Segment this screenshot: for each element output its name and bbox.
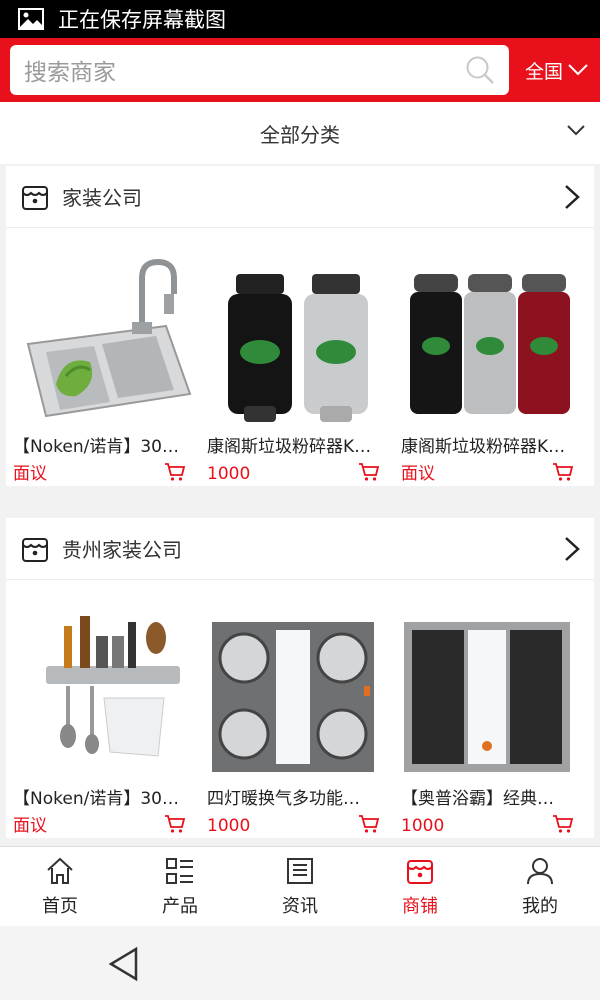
search-box[interactable]: 搜索商家 [10,45,509,95]
tab-stores[interactable]: 商铺 [360,847,480,926]
search-icon[interactable] [465,55,495,85]
cart-icon[interactable] [164,814,186,834]
cart-icon[interactable] [358,814,380,834]
chevron-down-icon [568,64,588,76]
product-image-bath-heater-four-lamp[interactable] [200,586,394,784]
product-row: 【Noken/诺肯】30… 面议 [6,580,594,838]
tab-label: 我的 [522,895,558,917]
shop-name: 贵州家装公司 [62,538,182,562]
chevron-down-icon [567,125,585,136]
shop-name: 家装公司 [62,186,142,210]
home-icon [47,857,73,884]
product-card[interactable]: 【奥普浴霸】经典… 1000 [394,586,588,838]
tab-label: 商铺 [402,895,438,917]
product-card[interactable]: 四灯暖换气多功能… 1000 [200,586,394,838]
product-card[interactable]: 【Noken/诺肯】30… 面议 [6,586,200,838]
news-icon [287,857,313,884]
product-card[interactable]: 康阁斯垃圾粉碎器K… 面议 [394,234,588,486]
store-icon [22,537,48,562]
product-title: 【Noken/诺肯】30… [13,789,179,809]
image-icon [18,8,44,30]
shop-header[interactable]: 贵州家装公司 [6,518,594,580]
region-selector[interactable]: 全国 [525,57,589,84]
store-icon [22,185,48,210]
system-nav-bar [0,926,600,1000]
product-title: 四灯暖换气多功能… [207,789,360,809]
status-bar: 正在保存屏幕截图 [0,0,600,38]
product-image-bath-heater-fan[interactable] [394,586,588,784]
tab-label: 产品 [162,895,198,917]
shop-header[interactable]: 家装公司 [6,166,594,228]
product-image-garbage-disposer-trio[interactable] [394,234,588,432]
app-header: 搜索商家 全国 [0,38,600,102]
tab-home[interactable]: 首页 [0,847,120,926]
product-image-kitchen-sink[interactable] [6,234,200,432]
category-label: 全部分类 [260,122,340,147]
user-icon [527,857,553,884]
store-icon [407,859,433,884]
category-filter[interactable]: 全部分类 [0,102,600,164]
list-icon [166,857,193,884]
product-card[interactable]: 【Noken/诺肯】30… 面议 [6,234,200,486]
shop-card: 贵州家装公司 【Noken/诺肯】30… 面议 四灯暖换气多功能… 1000 【… [6,518,594,838]
search-input[interactable]: 搜索商家 [24,53,116,87]
bottom-tab-bar: 首页 产品 资讯 商铺 我的 [0,846,600,926]
shop-card: 家装公司 【Noken/诺肯】30… 面议 康阁斯垃圾粉碎器K… 1000 康阁… [6,166,594,486]
chevron-right-icon[interactable] [564,536,580,562]
product-row: 【Noken/诺肯】30… 面议 [6,228,594,486]
region-label: 全国 [525,60,564,83]
tab-products[interactable]: 产品 [120,847,240,926]
tab-label: 资讯 [282,895,318,917]
chevron-right-icon[interactable] [564,184,580,210]
product-image-kitchen-rack[interactable] [6,586,200,784]
status-text: 正在保存屏幕截图 [58,8,226,32]
product-title: 康阁斯垃圾粉碎器K… [207,437,372,457]
cart-icon[interactable] [164,462,186,482]
product-title: 【奥普浴霸】经典… [401,789,554,809]
product-image-garbage-disposer-pair[interactable] [200,234,394,432]
back-icon[interactable] [108,946,140,982]
cart-icon[interactable] [358,462,380,482]
cart-icon[interactable] [552,814,574,834]
tab-profile[interactable]: 我的 [480,847,600,926]
cart-icon[interactable] [552,462,574,482]
tab-news[interactable]: 资讯 [240,847,360,926]
tab-label: 首页 [42,895,78,917]
product-title: 康阁斯垃圾粉碎器K… [401,437,566,457]
product-card[interactable]: 康阁斯垃圾粉碎器K… 1000 [200,234,394,486]
product-title: 【Noken/诺肯】30… [13,437,179,457]
